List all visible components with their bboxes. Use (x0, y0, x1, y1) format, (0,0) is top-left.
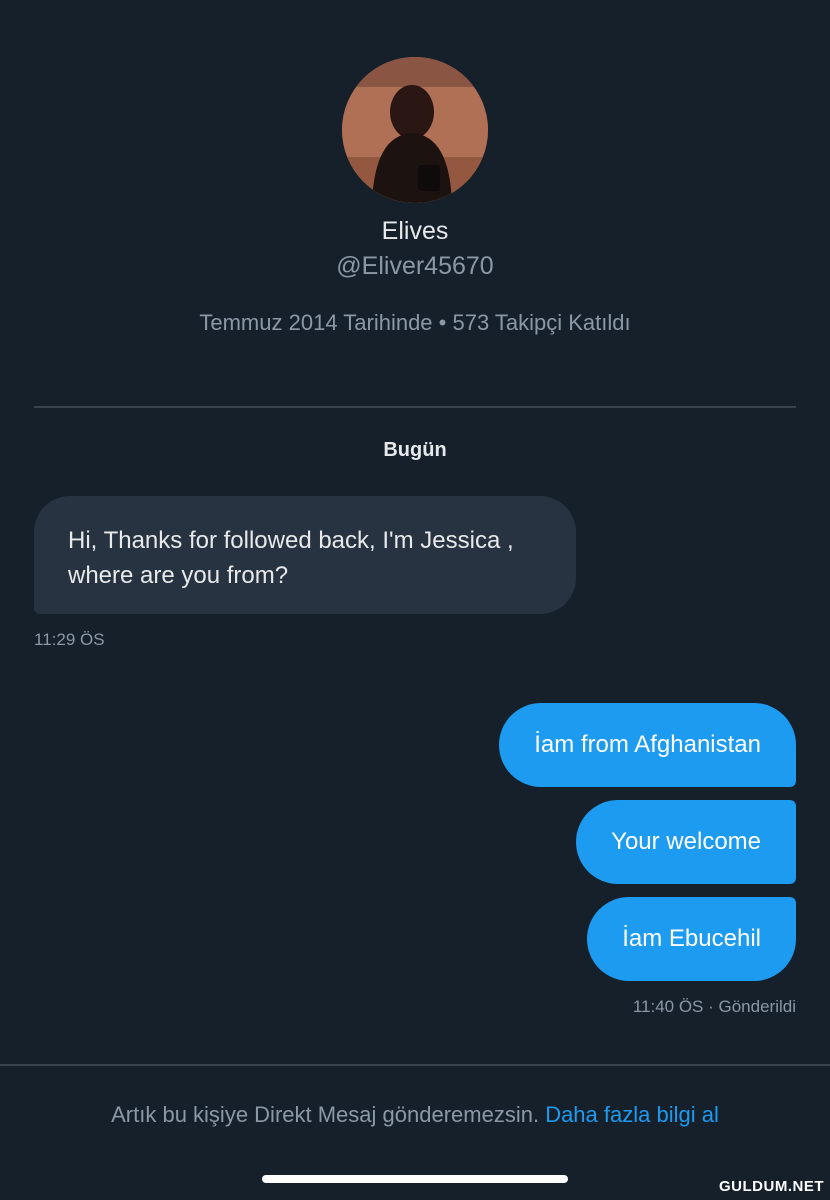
watermark: GULDUM.NET (719, 1178, 824, 1195)
outgoing-message[interactable]: İam Ebucehil (587, 897, 796, 981)
avatar[interactable] (342, 57, 488, 203)
divider (0, 1064, 830, 1066)
notice-text: Artık bu kişiye Direkt Mesaj gönderemezs… (111, 1102, 540, 1127)
learn-more-link[interactable]: Daha fazla bilgi al (545, 1102, 719, 1127)
divider (34, 406, 796, 408)
outgoing-message[interactable]: İam from Afghanistan (499, 703, 796, 787)
date-separator: Bugün (383, 439, 447, 461)
profile-photo-icon (342, 57, 488, 203)
message-timestamp: 11:29 ÖS (34, 630, 105, 649)
outgoing-message[interactable]: Your welcome (576, 800, 796, 884)
profile-meta: Temmuz 2014 Tarihinde • 573 Takipçi Katı… (199, 310, 631, 335)
dm-restriction-notice: Artık bu kişiye Direkt Mesaj gönderemezs… (0, 1102, 830, 1128)
message-status: 11:40 ÖS · Gönderildi (632, 997, 796, 1016)
home-indicator[interactable] (262, 1175, 568, 1183)
incoming-message[interactable]: Hi, Thanks for followed back, I'm Jessic… (34, 496, 576, 614)
user-handle[interactable]: @Eliver45670 (0, 252, 830, 281)
display-name[interactable]: Elives (0, 217, 830, 246)
